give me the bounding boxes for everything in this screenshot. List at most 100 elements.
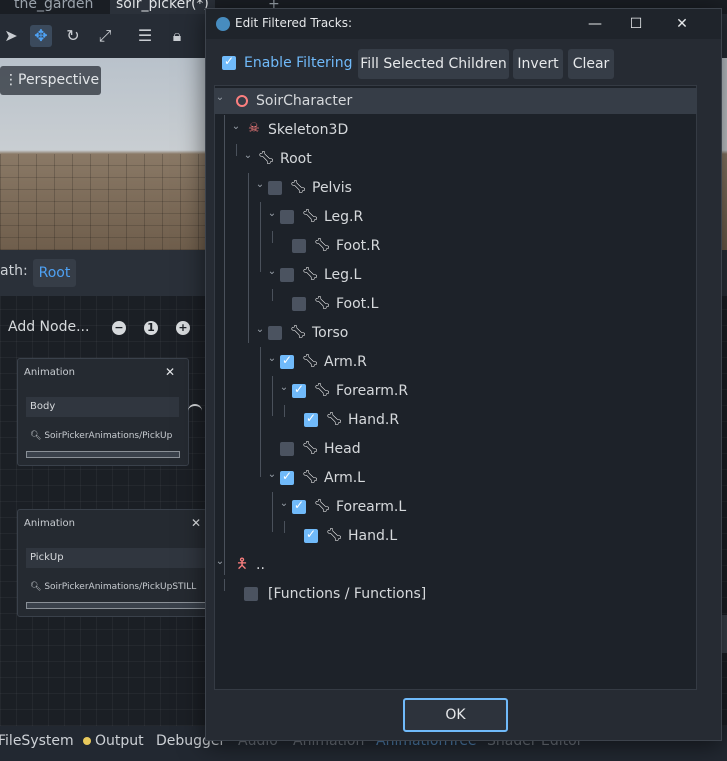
clear-button[interactable]: Clear (568, 49, 614, 79)
track-checkbox[interactable] (292, 498, 306, 514)
track-checkbox[interactable] (304, 411, 318, 427)
tree-row-foot-r[interactable]: 🦴︎ Foot.R (214, 233, 697, 259)
tab-soir-picker[interactable]: soir_picker(*) (110, 0, 215, 14)
tree-item-label: Arm.L (324, 470, 365, 486)
track-checkbox[interactable] (304, 527, 318, 543)
collapse-arrow-icon[interactable]: ⌄ (242, 150, 254, 161)
collapse-arrow-icon[interactable]: ⌄ (214, 92, 226, 103)
tree-row-parent[interactable]: ⌄ 🯅 .. (214, 552, 697, 578)
tree-row-forearm-r[interactable]: ⌄ 🦴︎ Forearm.R (214, 378, 697, 404)
bottom-tab-filesystem[interactable]: FileSystem (0, 733, 74, 749)
collapse-arrow-icon[interactable]: ⌄ (278, 382, 290, 393)
collapse-arrow-icon[interactable]: ⌄ (254, 179, 266, 190)
enable-filtering-label[interactable]: Enable Filtering (244, 55, 352, 71)
node-animation-path[interactable]: 🔍︎ SoirPickerAnimations/PickUp (30, 431, 172, 441)
node-animation-path[interactable]: 🔍︎ SoirPickerAnimations/PickUpSTILL (30, 582, 196, 592)
invert-button[interactable]: Invert (513, 49, 563, 79)
collapse-arrow-icon[interactable]: ⌄ (214, 556, 226, 567)
animation-node-1[interactable]: Animation ✕ Body 🔍︎ SoirPickerAnimations… (17, 358, 189, 466)
zoom-out-icon[interactable]: − (112, 321, 126, 335)
track-checkbox[interactable] (280, 469, 294, 485)
collapse-arrow-icon[interactable]: ⌄ (266, 266, 278, 277)
collapse-arrow-icon[interactable]: ⌄ (266, 469, 278, 480)
output-label: Output (95, 733, 144, 749)
track-checkbox[interactable] (280, 442, 294, 456)
ok-button[interactable]: OK (403, 698, 508, 732)
ground-grid (0, 154, 205, 250)
scale-tool-icon[interactable]: ⤢ (94, 25, 116, 47)
collapse-arrow-icon[interactable]: ⌄ (278, 498, 290, 509)
tab-the-garden[interactable]: the_garden (14, 0, 93, 14)
tree-item-label: Torso (312, 325, 349, 341)
tree-row-skeleton3d[interactable]: ⌄ ☠ Skeleton3D (214, 117, 697, 143)
close-icon[interactable]: ✕ (670, 12, 694, 36)
enable-filtering-checkbox[interactable] (222, 54, 236, 70)
tree-row-soircharacter[interactable]: ⌄ SoirCharacter (214, 88, 697, 114)
node-path-label: SoirPickerAnimations/PickUpSTILL (44, 582, 197, 592)
move-tool-icon[interactable]: ✥ (30, 25, 52, 47)
zoom-reset-button[interactable]: 1 (144, 321, 158, 335)
node-animation-field[interactable]: PickUp (26, 548, 206, 568)
bottom-tab-output[interactable]: Output (83, 733, 144, 749)
track-checkbox[interactable] (280, 268, 294, 282)
path-root-button[interactable]: Root (33, 259, 76, 287)
animation-search-icon: 🔍︎ (30, 582, 42, 592)
tree-row-forearm-l[interactable]: ⌄ 🦴︎ Forearm.L (214, 494, 697, 520)
list-select-icon[interactable]: ☰ (134, 25, 156, 47)
track-checkbox[interactable] (292, 382, 306, 398)
dialog-titlebar[interactable]: Edit Filtered Tracks: — ☐ ✕ (206, 9, 721, 39)
zoom-in-icon[interactable]: + (176, 321, 190, 335)
tree-row-root[interactable]: ⌄ 🦴︎ Root (214, 146, 697, 172)
status-dot-icon (83, 737, 91, 745)
collapse-arrow-icon[interactable]: ⌄ (254, 324, 266, 335)
bone-icon: 🦴︎ (302, 267, 319, 282)
tree-item-label: Pelvis (312, 180, 352, 196)
maximize-icon[interactable]: ☐ (624, 12, 648, 36)
close-icon[interactable]: ✕ (191, 516, 201, 530)
lock-icon[interactable]: 🔒︎ (166, 25, 188, 47)
track-checkbox[interactable] (268, 326, 282, 340)
tree-row-torso[interactable]: ⌄ 🦴︎ Torso (214, 320, 697, 346)
tree-row-functions[interactable]: [Functions / Functions] (214, 581, 697, 607)
collapse-arrow-icon[interactable]: ⌄ (266, 353, 278, 364)
tree-item-label: [Functions / Functions] (268, 586, 427, 602)
tree-row-pelvis[interactable]: ⌄ 🦴︎ Pelvis (214, 175, 697, 201)
rotate-tool-icon[interactable]: ↻ (62, 25, 84, 47)
bone-icon: 🦴︎ (290, 180, 307, 195)
track-checkbox[interactable] (280, 210, 294, 224)
tree-row-head[interactable]: 🦴︎ Head (214, 436, 697, 462)
track-checkbox[interactable] (244, 587, 258, 601)
bone-icon: 🦴︎ (302, 209, 319, 224)
tree-item-label: .. (256, 557, 265, 573)
tree-item-label: Hand.R (348, 412, 400, 428)
track-checkbox[interactable] (292, 239, 306, 253)
tree-item-label: Head (324, 441, 361, 457)
add-node-button[interactable]: Add Node... (8, 319, 89, 335)
tree-row-arm-r[interactable]: ⌄ 🦴︎ Arm.R (214, 349, 697, 375)
perspective-menu-button[interactable]: ⋮ Perspective (0, 66, 101, 95)
animation-node-2[interactable]: Animation ✕ PickUp 🔍︎ SoirPickerAnimatio… (17, 509, 207, 617)
track-checkbox[interactable] (292, 297, 306, 311)
tree-row-leg-r[interactable]: ⌄ 🦴︎ Leg.R (214, 204, 697, 230)
tree-item-label: Leg.L (324, 267, 362, 283)
tree-row-hand-r[interactable]: 🦴︎ Hand.R (214, 407, 697, 433)
tree-row-arm-l[interactable]: ⌄ 🦴︎ Arm.L (214, 465, 697, 491)
collapse-arrow-icon[interactable]: ⌄ (266, 208, 278, 219)
track-checkbox[interactable] (280, 353, 294, 369)
tree-row-leg-l[interactable]: ⌄ 🦴︎ Leg.L (214, 262, 697, 288)
tree-item-label: Arm.R (324, 354, 367, 370)
tree-row-hand-l[interactable]: 🦴︎ Hand.L (214, 523, 697, 549)
tree-row-foot-l[interactable]: 🦴︎ Foot.L (214, 291, 697, 317)
tree-item-label: Root (280, 151, 312, 167)
collapse-arrow-icon[interactable]: ⌄ (230, 121, 242, 132)
node-animation-field[interactable]: Body (26, 397, 179, 417)
track-checkbox[interactable] (268, 181, 282, 195)
fill-selected-children-button[interactable]: Fill Selected Children (358, 49, 509, 79)
select-tool-icon[interactable]: ➤ (0, 25, 22, 47)
tree-item-label: Leg.R (324, 209, 364, 225)
minimize-icon[interactable]: — (583, 12, 607, 36)
tree-item-label: SoirCharacter (256, 93, 353, 109)
node-title: Animation (24, 367, 75, 378)
node-progress-bar (26, 602, 206, 609)
close-icon[interactable]: ✕ (165, 365, 175, 379)
